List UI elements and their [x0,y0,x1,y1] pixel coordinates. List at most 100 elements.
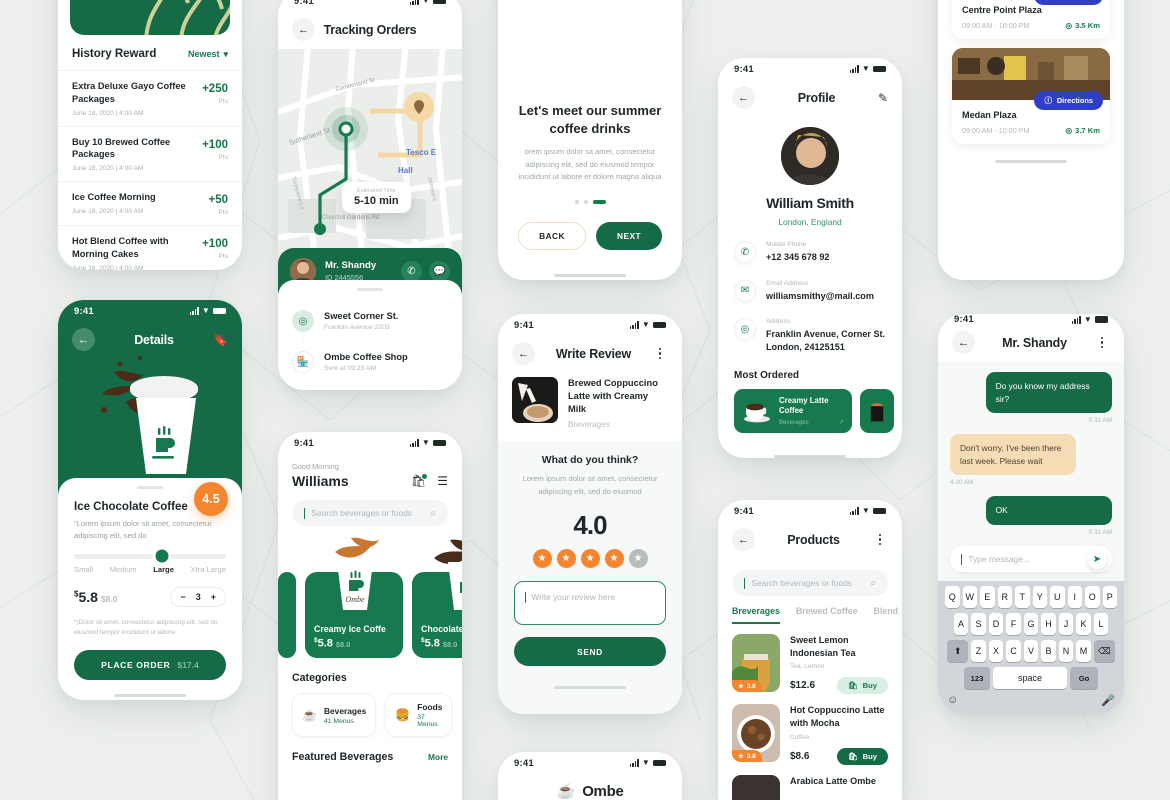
size-option[interactable]: Xtra Large [191,565,226,574]
cart-icon[interactable]: 🛍 [411,473,429,488]
edit-icon[interactable]: ✎ [878,91,888,105]
message-input[interactable]: Type message... ➤ [950,546,1112,573]
history-row[interactable]: Ice Coffee Morning June 18, 2020 | 4:00 … [58,181,242,225]
page-dot[interactable] [583,199,588,204]
product-row[interactable]: Arabica Latte Ombe [718,765,902,800]
back-button[interactable]: ← [512,342,535,365]
directions-button[interactable]: ⓘ Directions [1034,91,1103,111]
buy-button[interactable]: 🛍 Buy [837,677,888,695]
send-icon[interactable]: ➤ [1087,549,1107,570]
go-key[interactable]: Go [1070,667,1098,690]
promo-card[interactable]: Ombe Creamy Ice Coffe $5.8 $8.0 [305,537,403,658]
key-P[interactable]: P [1102,586,1117,609]
most-ordered-card-peek[interactable] [860,388,894,433]
key-B[interactable]: B [1041,640,1056,663]
page-dot[interactable] [574,199,579,204]
history-row[interactable]: Hot Blend Coffee with Morning Cakes June… [58,225,242,270]
history-row[interactable]: Extra Deluxe Gayo Coffee Packages June 1… [58,70,242,126]
search-input[interactable]: Search beverages or foods ⌕ [292,500,448,526]
key-F[interactable]: F [1006,613,1021,636]
promo-card-peek-left[interactable] [278,572,296,658]
star-icon[interactable]: ★ [604,549,624,569]
star-icon[interactable]: ★ [628,549,648,569]
product-tabs[interactable]: Breverages Brewed Coffee Blend [718,596,902,624]
key-Q[interactable]: Q [945,586,960,609]
send-button[interactable]: SEND [514,637,666,667]
key-Y[interactable]: Y [1032,586,1047,609]
key-E[interactable]: E [980,586,995,609]
category-foods[interactable]: 🍔 Foods 37 Menus [385,693,453,737]
product-tab[interactable]: Breverages [732,606,780,624]
space-key[interactable]: space [993,667,1067,690]
key-N[interactable]: N [1058,640,1074,663]
chat-icon[interactable]: 💬 [429,260,450,282]
history-sort-dropdown[interactable]: Newest ▾ [188,49,228,60]
history-row[interactable]: Buy 10 Brewed Coffee Packages June 18, 2… [58,125,242,182]
key-G[interactable]: G [1023,613,1039,636]
back-button[interactable]: ← [732,86,755,109]
key-S[interactable]: S [971,613,986,636]
product-row[interactable]: ★ 3.8 Sweet Lemon Indonesian Tea Tea, Lem… [718,624,902,695]
slider-knob[interactable] [155,549,169,563]
back-button[interactable]: ← [292,18,315,41]
key-D[interactable]: D [988,613,1004,636]
promo-card[interactable]: Chocolate C $5.8$8.0 [412,539,462,658]
search-input[interactable]: Search beverages or foods ⌕ [732,570,888,596]
size-option[interactable]: Large [153,565,174,574]
next-button[interactable]: NEXT [596,221,662,250]
category-beverages[interactable]: ☕ Beverages 41 Menus [292,693,377,737]
numbers-key[interactable]: 123 [964,667,990,690]
key-L[interactable]: L [1093,613,1109,636]
key-I[interactable]: I [1067,586,1082,609]
more-options-icon[interactable] [1094,336,1110,349]
promo-carousel[interactable]: Ombe Creamy Ice Coffe $5.8 $8.0 Chocolate… [278,537,462,658]
open-external-icon[interactable]: ↗ [839,419,844,426]
size-slider[interactable] [74,549,226,563]
decrease-button[interactable]: − [180,592,185,602]
more-options-icon[interactable] [652,347,668,360]
key-X[interactable]: X [988,640,1004,663]
back-button[interactable]: BACK [518,221,586,250]
shift-key[interactable]: ⬆ [947,640,969,663]
star-icon[interactable]: ★ [556,549,576,569]
emoji-icon[interactable]: ☺ [947,694,958,707]
product-tab[interactable]: Brewed Coffee [796,606,858,624]
outlet-card[interactable]: ⓘDirections Centre Point Plaza 09:00 AM … [952,0,1110,40]
size-option[interactable]: Medium [110,565,137,574]
call-icon[interactable]: ✆ [401,260,422,282]
map-view[interactable]: Sutherland St Cumberland St Tesco E Hall… [278,49,462,264]
sheet-grabber[interactable] [357,288,383,291]
key-H[interactable]: H [1041,613,1056,636]
most-ordered-list[interactable]: Creamy Latte Coffee Beverages ↗ [718,381,902,433]
back-button[interactable]: ← [952,331,975,354]
search-icon[interactable]: ⌕ [870,578,876,589]
star-icon[interactable]: ★ [580,549,600,569]
increase-button[interactable]: + [211,592,216,602]
review-textarea[interactable]: Write your review here [514,581,666,626]
sheet-grabber[interactable] [137,486,163,489]
key-R[interactable]: R [997,586,1012,609]
quantity-stepper[interactable]: − 3 + [170,586,226,607]
key-W[interactable]: W [962,586,977,609]
key-T[interactable]: T [1015,586,1030,609]
star-icon[interactable]: ★ [532,549,552,569]
back-button[interactable]: ← [732,528,755,551]
outlet-card[interactable]: ⓘ Directions Medan Plaza 09:00 AM - 10:00… [952,48,1110,145]
buy-button[interactable]: 🛍 Buy [837,747,888,765]
bookmark-icon[interactable]: 🔖 [213,333,228,347]
more-options-icon[interactable] [872,533,888,546]
search-icon[interactable]: ⌕ [430,508,436,519]
key-V[interactable]: V [1023,640,1039,663]
key-M[interactable]: M [1076,640,1091,663]
place-order-button[interactable]: PLACE ORDER $17.4 [74,650,226,681]
most-ordered-card[interactable]: Creamy Latte Coffee Beverages ↗ [734,388,852,433]
key-U[interactable]: U [1050,586,1065,609]
page-dot-active[interactable] [592,199,606,204]
microphone-icon[interactable]: 🎤 [1101,694,1115,707]
back-button[interactable]: ← [72,328,95,351]
key-Z[interactable]: Z [971,640,986,663]
product-row[interactable]: ★ 3.8 Hot Coppuccino Latte with Mocha Cof… [718,694,902,765]
featured-more-link[interactable]: More [428,752,448,762]
product-tab[interactable]: Blend [874,606,898,624]
star-rating[interactable]: ★ ★ ★ ★ ★ [514,549,666,569]
